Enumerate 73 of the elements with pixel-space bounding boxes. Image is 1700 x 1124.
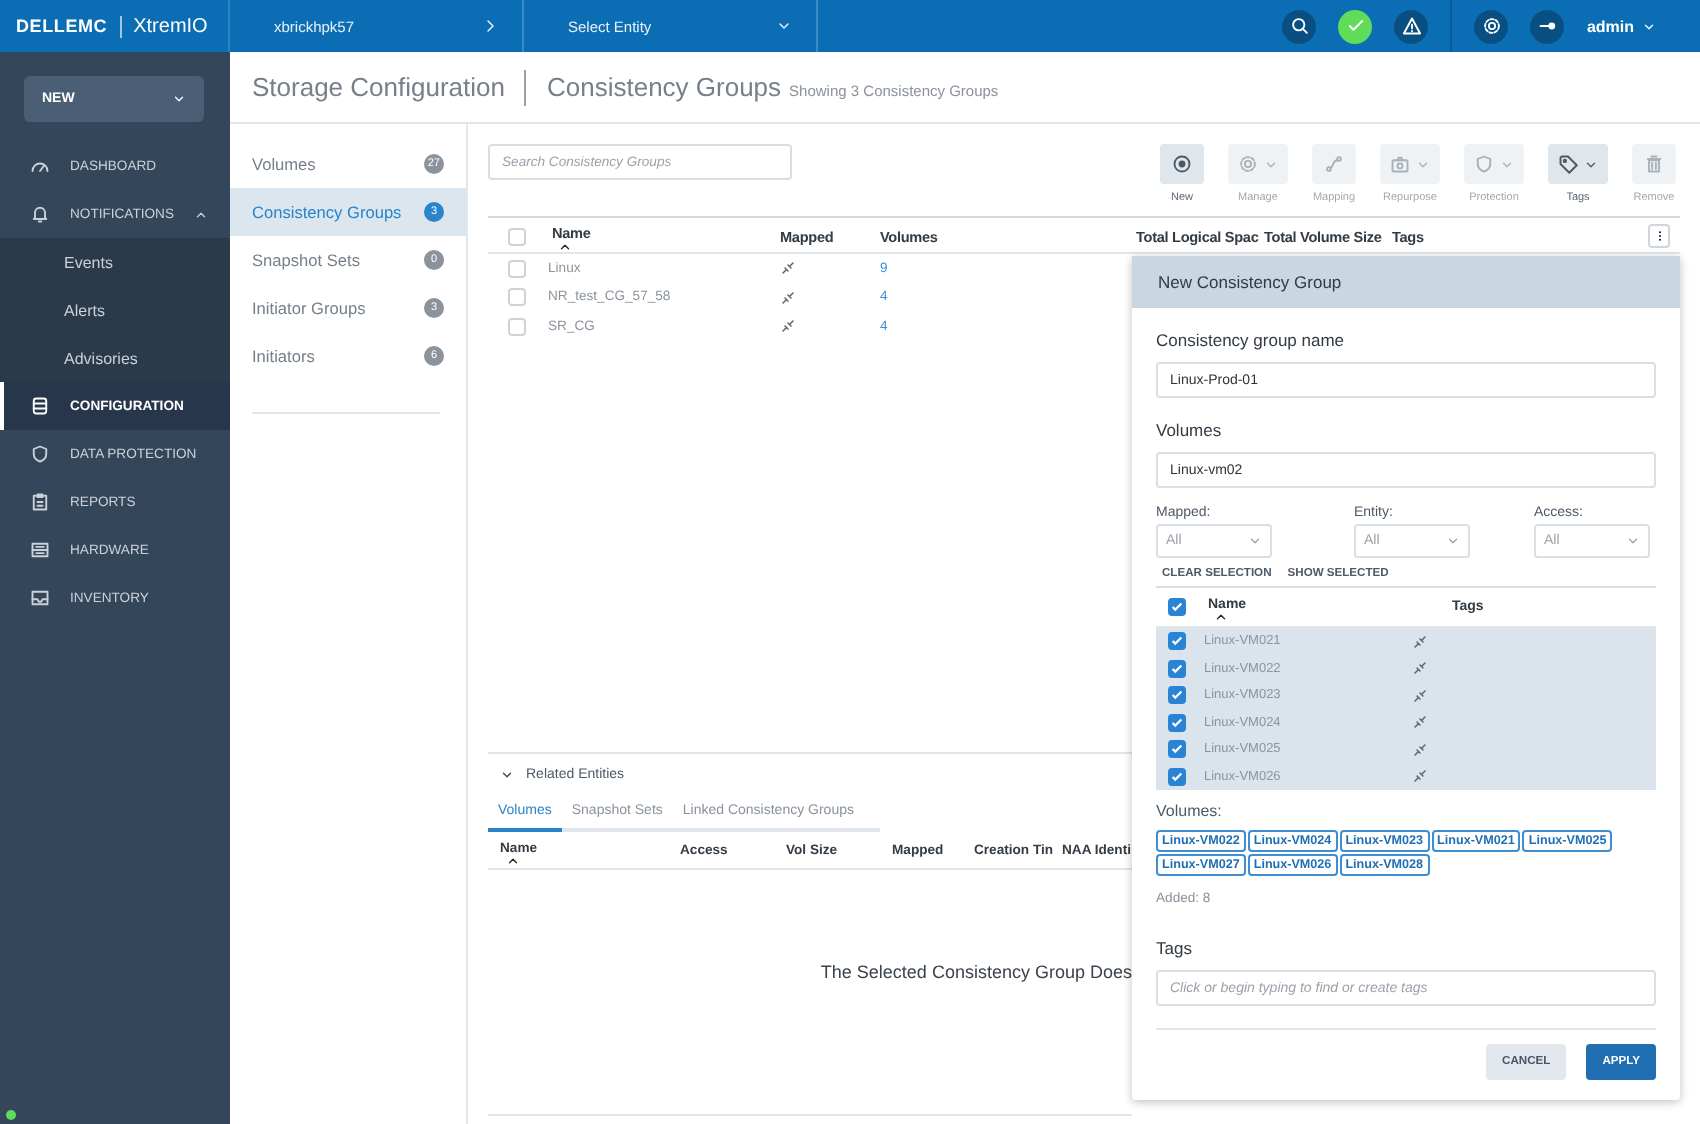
checkbox[interactable] xyxy=(1168,767,1186,786)
dialog-title: New Consistency Group xyxy=(1132,256,1680,308)
more-icon xyxy=(1653,228,1665,244)
nav-subitem[interactable]: Alerts xyxy=(0,286,230,334)
check-icon xyxy=(1345,16,1366,36)
link-icon xyxy=(1412,687,1428,704)
checkbox[interactable] xyxy=(1168,659,1186,678)
link-icon xyxy=(780,289,796,306)
link-icon xyxy=(1412,633,1428,650)
nav-subitem[interactable]: Events xyxy=(0,238,230,286)
caret-icon xyxy=(1248,534,1262,548)
camera-icon xyxy=(1390,154,1410,174)
key-button[interactable] xyxy=(1530,9,1565,43)
link-icon xyxy=(1412,741,1428,758)
field-label: Consistency group name xyxy=(1156,330,1347,350)
field-label: Volumes xyxy=(1156,420,1224,440)
link-icon xyxy=(1412,660,1428,677)
inbox-icon xyxy=(30,588,50,608)
gear-icon xyxy=(1238,154,1258,174)
trash-icon xyxy=(1644,154,1664,174)
nav-subitem[interactable]: Advisories xyxy=(0,334,230,382)
database-icon xyxy=(30,396,50,416)
caret-icon xyxy=(1584,157,1598,171)
checkbox[interactable] xyxy=(1168,740,1186,759)
checkbox[interactable] xyxy=(1168,632,1186,651)
server-icon xyxy=(30,540,50,560)
settings-icon xyxy=(1481,16,1502,36)
connector-icon xyxy=(1324,154,1344,174)
tag-icon xyxy=(1558,154,1578,174)
checkbox[interactable] xyxy=(1168,713,1186,732)
target-icon xyxy=(1172,154,1192,174)
sort-caret-icon xyxy=(558,240,572,254)
link-icon xyxy=(1412,768,1428,785)
section-title: Consistency Groups xyxy=(546,72,782,102)
caret-icon xyxy=(1626,534,1640,548)
checkbox[interactable] xyxy=(1168,686,1186,705)
search-button[interactable] xyxy=(1282,9,1317,43)
caret-icon xyxy=(1264,157,1278,171)
warning-icon xyxy=(1401,16,1422,36)
caret-icon xyxy=(500,767,514,781)
sort-caret-icon xyxy=(1214,610,1228,624)
caret-icon xyxy=(172,92,186,106)
toolbar-button[interactable] xyxy=(1160,144,1204,184)
link-icon xyxy=(1412,714,1428,731)
toolbar-button[interactable] xyxy=(1548,144,1608,184)
chevron-right-icon xyxy=(482,18,498,34)
caret-icon xyxy=(1500,157,1514,171)
link-icon xyxy=(780,260,796,277)
caret-icon xyxy=(1642,19,1656,33)
shield-icon xyxy=(1474,154,1494,174)
status-dot-icon xyxy=(6,1110,16,1120)
brand-logo: DELLEMC xyxy=(16,16,108,36)
sort-caret-icon xyxy=(506,853,520,867)
user-menu[interactable]: admin xyxy=(1586,17,1656,35)
field-label: Tags xyxy=(1156,938,1194,958)
settings-button[interactable] xyxy=(1474,9,1509,43)
shield-icon xyxy=(30,444,50,464)
page-title: Storage Configuration xyxy=(252,72,505,102)
clipboard-icon xyxy=(30,492,50,512)
link-icon xyxy=(780,318,796,335)
caret-icon xyxy=(1446,534,1460,548)
bell-icon xyxy=(30,204,50,224)
selected-label: Volumes: xyxy=(1156,802,1224,820)
search-icon xyxy=(1289,16,1310,36)
column-menu-button[interactable] xyxy=(1648,224,1670,248)
product-name: XtremIO xyxy=(119,15,208,37)
caret-icon xyxy=(1416,157,1430,171)
health-status-button[interactable] xyxy=(1338,9,1373,43)
alerts-button[interactable] xyxy=(1394,9,1429,43)
caret-icon xyxy=(776,18,792,34)
empty-message: The Selected Consistency Group Does xyxy=(820,962,1132,982)
caret-icon xyxy=(193,207,208,221)
checkbox[interactable] xyxy=(1168,598,1186,616)
